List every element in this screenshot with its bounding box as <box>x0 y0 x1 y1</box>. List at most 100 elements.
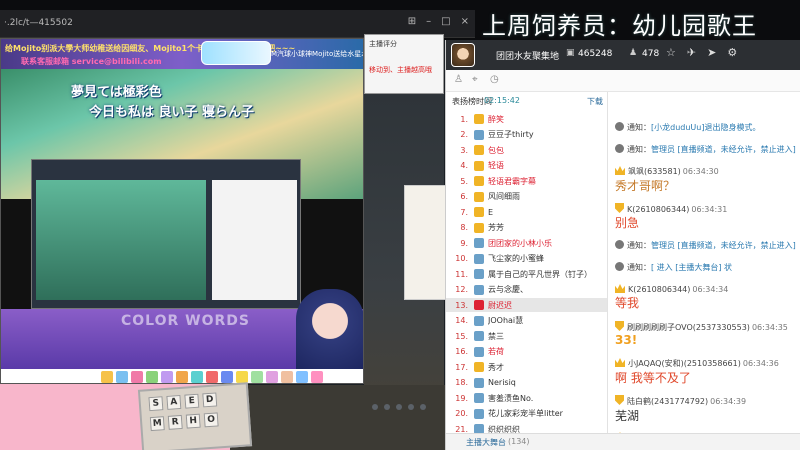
rank-username[interactable]: 包包 <box>488 145 504 156</box>
stream-preview-window[interactable]: 给Mojito别派大學大师幼稚送给因细友、Mojito1个卡与超大、快来围观吧~… <box>0 38 364 384</box>
ranking-row[interactable]: 11. 属于自己的平凡世界（钉子） <box>446 267 607 281</box>
media-button-icon[interactable] <box>384 404 390 410</box>
rank-username[interactable]: E <box>488 208 493 217</box>
ranking-row[interactable]: 5. 轻语君霸字幕 <box>446 174 607 188</box>
ranking-row[interactable]: 18. Nerisiq <box>446 376 607 390</box>
ranking-row[interactable]: 19. 害羞渍鱼No. <box>446 391 607 405</box>
gift-icon[interactable] <box>191 371 203 383</box>
ranking-row[interactable]: 13. 尉迟迟 <box>446 298 607 312</box>
message-username[interactable]: 小JAQAQ(安和)(2510358661) <box>628 359 741 368</box>
ranking-row[interactable]: 10. 飞尘家的小蜜蜂 <box>446 252 607 266</box>
gift-icon[interactable] <box>236 371 248 383</box>
star-icon[interactable]: ☆ <box>666 46 676 59</box>
address-snippet[interactable]: ·.2lc/t—415502 <box>4 18 73 28</box>
media-button-icon[interactable] <box>396 404 402 410</box>
gift-icon[interactable] <box>266 371 278 383</box>
keycap: O <box>203 412 219 428</box>
rank-username[interactable]: 轻语 <box>488 160 504 171</box>
medal-icon <box>474 207 484 217</box>
ranking-row[interactable]: 12. 云与念慶、 <box>446 283 607 297</box>
window-controls: ⊞ – □ × <box>408 16 469 27</box>
rank-username[interactable]: 害羞渍鱼No. <box>488 393 533 404</box>
chat-message[interactable]: 飒飒(633581) 06:34:30 秀才哥啊？ <box>615 166 800 194</box>
rank-username[interactable]: 飞尘家的小蜜蜂 <box>488 253 544 264</box>
rank-username[interactable]: 轻语君霸字幕 <box>488 176 536 187</box>
ranking-row[interactable]: 2. 豆豆子thirty <box>446 128 607 142</box>
send-icon[interactable]: ➤ <box>707 46 716 59</box>
rank-username[interactable]: 芳芳 <box>488 222 504 233</box>
plane-icon[interactable]: ✈ <box>687 46 696 59</box>
gift-icon[interactable] <box>251 371 263 383</box>
pin-icon[interactable]: ⊞ <box>408 16 416 27</box>
ranking-row[interactable]: 16. 若荷 <box>446 345 607 359</box>
notice-message[interactable]: 通知：[ 进入 [主播大舞台] 状 <box>615 262 800 273</box>
ranking-row[interactable]: 17. 秀才 <box>446 360 607 374</box>
rank-username[interactable]: 醉笑 <box>488 114 504 125</box>
message-username[interactable]: 陆白鹤(2431774792) <box>627 397 708 406</box>
rank-username[interactable]: 云与念慶、 <box>488 284 528 295</box>
message-username[interactable]: K(2610806344) <box>627 205 689 214</box>
ranking-row[interactable]: 6. 风间细雨 <box>446 190 607 204</box>
rank-number: 12. <box>455 285 468 294</box>
room-avatar[interactable] <box>451 43 475 67</box>
gift-icon[interactable] <box>131 371 143 383</box>
rank-username[interactable]: 团团家的小林小乐 <box>488 238 552 249</box>
chat-message[interactable]: K(2610806344) 06:34:34 等我 <box>615 284 800 311</box>
ranking-row[interactable]: 15. 禁三 <box>446 329 607 343</box>
rank-username[interactable]: 若荷 <box>488 346 504 357</box>
message-username[interactable]: 飒飒(633581) <box>628 167 681 176</box>
gift-icon[interactable] <box>206 371 218 383</box>
message-username[interactable]: K(2610806344) <box>628 285 690 294</box>
notice-message[interactable]: 通知：管理员 [直播频道，未经允许，禁止进入] <box>615 144 800 155</box>
gift-icon[interactable] <box>296 371 308 383</box>
media-button-icon[interactable] <box>408 404 414 410</box>
gift-icon[interactable] <box>176 371 188 383</box>
media-button-icon[interactable] <box>372 404 378 410</box>
rank-username[interactable]: 花儿家彩宠半单litter <box>488 408 563 419</box>
rank-username[interactable]: 秀才 <box>488 362 504 373</box>
notice-message[interactable]: 通知：[小龙duduUu]退出隐身模式。 <box>615 122 800 133</box>
ranking-row[interactable]: 9. 团团家的小林小乐 <box>446 236 607 250</box>
stage-tab[interactable]: 主播大舞台 <box>466 437 506 448</box>
clock-icon[interactable]: ◷ <box>490 74 499 85</box>
ranking-row[interactable]: 1. 醉笑 <box>446 112 607 126</box>
media-button-icon[interactable] <box>420 404 426 410</box>
rank-username[interactable]: 尉迟迟 <box>488 300 512 311</box>
rank-username[interactable]: 禁三 <box>488 331 504 342</box>
user-icon[interactable]: ♙ <box>454 74 463 85</box>
location-icon[interactable]: ⌖ <box>472 74 478 85</box>
mini-chat-window[interactable]: 主播评分 移动到、主播越高哦 <box>364 34 444 94</box>
ranking-row[interactable]: 3. 包包 <box>446 143 607 157</box>
gift-icon[interactable] <box>161 371 173 383</box>
ranking-row[interactable]: 14. JOOhai慧 <box>446 314 607 328</box>
chat-message[interactable]: 陆白鹤(2431774792) 06:34:39 芜湖 <box>615 395 800 424</box>
ranking-row[interactable]: 7. E <box>446 205 607 219</box>
chat-header: 团团水友聚集地 ▣ 465248 ♟ 478 ☆ ✈ ➤ ⚙ <box>446 40 800 70</box>
notice-message[interactable]: 通知：管理员 [直播频道，未经允许，禁止进入] <box>615 240 800 251</box>
rank-username[interactable]: JOOhai慧 <box>488 315 523 326</box>
gear-icon[interactable]: ⚙ <box>727 46 737 59</box>
rank-username[interactable]: 风间细雨 <box>488 191 520 202</box>
maximize-icon[interactable]: □ <box>441 16 450 27</box>
gift-icon[interactable] <box>311 371 323 383</box>
chat-message[interactable]: K(2610806344) 06:34:31 别急 <box>615 203 800 231</box>
gift-icon[interactable] <box>221 371 233 383</box>
ranking-download-link[interactable]: 下载 <box>587 96 603 107</box>
close-icon[interactable]: × <box>461 16 469 27</box>
ranking-row[interactable]: 8. 芳芳 <box>446 221 607 235</box>
ranking-row[interactable]: 20. 花儿家彩宠半单litter <box>446 407 607 421</box>
gift-icon[interactable] <box>116 371 128 383</box>
stage-count: (134) <box>508 437 530 446</box>
gift-icon[interactable] <box>146 371 158 383</box>
message-username[interactable]: 刷刷刷刷刷子OVO(2537330553) <box>627 323 750 332</box>
ranking-row[interactable]: 4. 轻语 <box>446 159 607 173</box>
mini-window-tag[interactable]: 移动到、主播越高哦 <box>369 65 432 75</box>
gift-icon[interactable] <box>101 371 113 383</box>
rank-username[interactable]: 属于自己的平凡世界（钉子） <box>488 269 592 280</box>
rank-username[interactable]: Nerisiq <box>488 378 516 387</box>
chat-message[interactable]: 刷刷刷刷刷子OVO(2537330553) 06:34:35 33! <box>615 321 800 347</box>
minimize-icon[interactable]: – <box>426 16 431 27</box>
chat-message[interactable]: 小JAQAQ(安和)(2510358661) 06:34:36 啊 我等不及了 <box>615 358 800 386</box>
rank-username[interactable]: 豆豆子thirty <box>488 129 534 140</box>
gift-icon[interactable] <box>281 371 293 383</box>
